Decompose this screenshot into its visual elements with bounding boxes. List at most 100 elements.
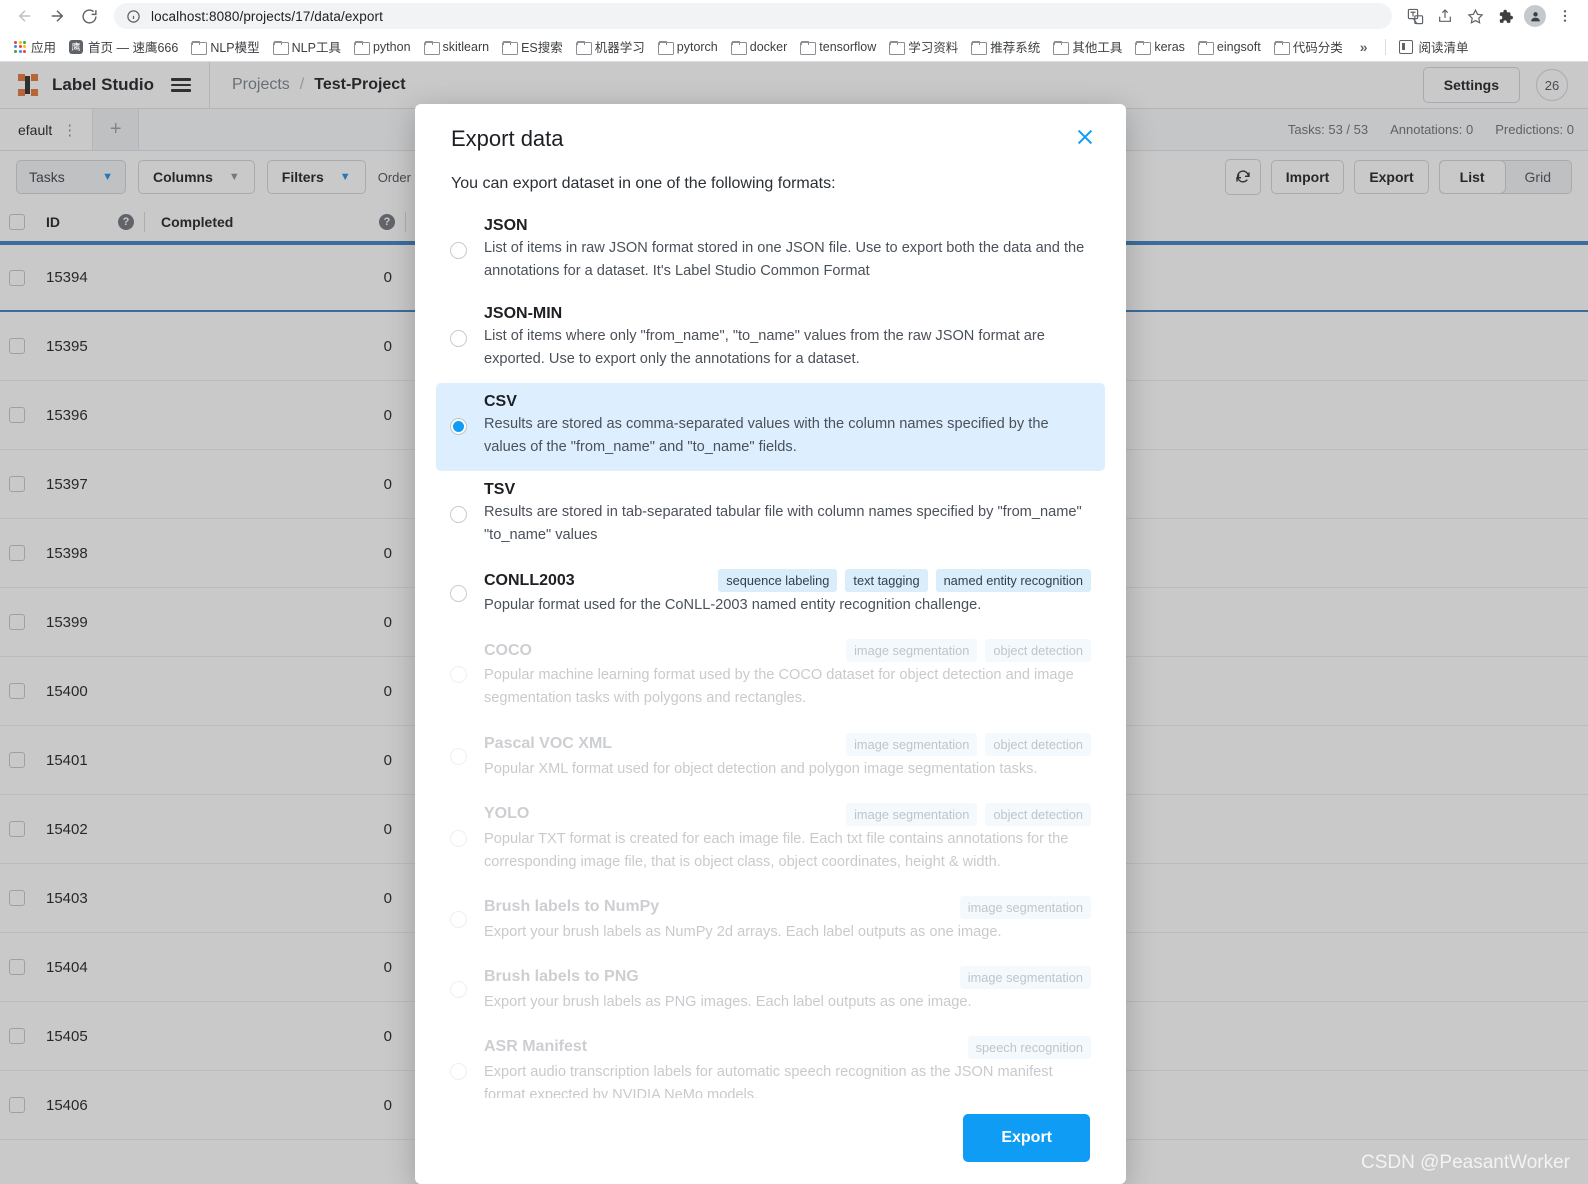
export-format-option[interactable]: JSON-MIN List of items where only "from_n… xyxy=(436,295,1105,383)
modal-subtitle: You can export dataset in one of the fol… xyxy=(451,175,836,192)
forward-icon[interactable] xyxy=(42,1,72,31)
folder-icon xyxy=(191,40,208,55)
address-bar-url: localhost:8080/projects/17/data/export xyxy=(151,8,383,24)
bookmark-folder[interactable]: 代码分类 xyxy=(1268,34,1349,59)
format-radio xyxy=(450,981,484,999)
format-details: COCO image segmentation object detection Po… xyxy=(484,639,1091,710)
format-details: CSV Results are stored as comma-separated… xyxy=(484,393,1091,459)
export-format-option[interactable]: CSV Results are stored as comma-separated… xyxy=(436,383,1105,472)
bookmark-folder[interactable]: 机器学习 xyxy=(570,34,651,59)
format-details: CONLL2003 sequence labeling text tagging na… xyxy=(484,569,1091,617)
export-format-option: Brush labels to PNG image segmentation Exp… xyxy=(436,956,1105,1026)
format-tag: speech recognition xyxy=(967,1035,1091,1059)
folder-icon xyxy=(423,40,440,55)
profile-avatar[interactable] xyxy=(1522,3,1548,29)
bookmark-folder[interactable]: docker xyxy=(725,37,794,57)
watermark: CSDN @PeasantWorker xyxy=(1361,1152,1570,1173)
bookmark-homepage[interactable]: 鹰 首页 — 速鹰666 xyxy=(63,34,184,59)
format-tag: object detection xyxy=(985,732,1091,756)
site-favicon-icon: 鹰 xyxy=(69,39,84,54)
bookmark-folder[interactable]: 推荐系统 xyxy=(965,34,1046,59)
bookmark-label: 首页 — 速鹰666 xyxy=(88,41,179,55)
bookmark-label: tensorflow xyxy=(819,39,877,54)
export-format-option: COCO image segmentation object detection Po… xyxy=(436,629,1105,722)
bookmark-label: 学习资料 xyxy=(908,41,959,55)
bookmark-label: 其他工具 xyxy=(1072,41,1123,55)
reading-list-label: 阅读清单 xyxy=(1418,41,1469,55)
share-icon[interactable] xyxy=(1432,3,1458,29)
folder-icon xyxy=(272,40,289,55)
bookmark-apps[interactable]: 应用 xyxy=(8,34,62,59)
format-tag: text tagging xyxy=(845,569,928,593)
reload-icon[interactable] xyxy=(74,1,104,31)
bookmark-label: pytorch xyxy=(676,39,718,54)
bookmark-folder[interactable]: NLP工具 xyxy=(267,34,347,59)
bookmark-folder[interactable]: skitlearn xyxy=(418,37,496,57)
bookmark-folder[interactable]: NLP模型 xyxy=(185,34,265,59)
extensions-puzzle-icon[interactable] xyxy=(1492,3,1518,29)
format-description: Results are stored in tab-separated tabu… xyxy=(484,504,1082,544)
bookmark-folder[interactable]: eingsoft xyxy=(1192,37,1267,57)
bookmark-folder[interactable]: keras xyxy=(1129,37,1191,57)
format-details: JSON-MIN List of items where only "from_n… xyxy=(484,305,1091,371)
bookmark-folder[interactable]: python xyxy=(348,37,417,57)
site-info-icon[interactable] xyxy=(126,9,141,24)
export-format-option[interactable]: TSV Results are stored in tab-separated t… xyxy=(436,471,1105,559)
reading-list-button[interactable]: 阅读清单 xyxy=(1393,34,1475,59)
bookmarks-bar: 应用 鹰 首页 — 速鹰666 NLP模型 NLP工具 python skitl… xyxy=(0,32,1588,62)
folder-icon xyxy=(657,40,674,55)
format-details: Brush labels to NumPy image segmentation E… xyxy=(484,895,1091,944)
close-icon[interactable] xyxy=(1074,126,1096,153)
format-title-row: COCO image segmentation object detection xyxy=(484,639,1091,663)
bookmarks-overflow-icon[interactable]: » xyxy=(1350,39,1378,55)
export-confirm-button[interactable]: Export xyxy=(963,1114,1090,1162)
back-icon[interactable] xyxy=(10,1,40,31)
format-radio[interactable] xyxy=(450,505,484,523)
format-details: Brush labels to PNG image segmentation Exp… xyxy=(484,965,1091,1014)
browser-chrome: localhost:8080/projects/17/data/export 应… xyxy=(0,0,1588,62)
format-title-row: JSON xyxy=(484,217,1091,235)
folder-icon xyxy=(575,40,592,55)
format-radio[interactable] xyxy=(450,329,484,347)
format-name: CSV xyxy=(484,393,517,411)
bookmark-label: NLP工具 xyxy=(291,41,341,55)
folder-icon xyxy=(889,40,906,55)
format-tag: image segmentation xyxy=(846,732,978,756)
format-tag: object detection xyxy=(985,639,1091,663)
bookmark-folder[interactable]: 其他工具 xyxy=(1047,34,1128,59)
browser-action-icons xyxy=(1402,3,1578,29)
browser-menu-icon[interactable] xyxy=(1552,3,1578,29)
export-data-modal: Export data You can export dataset in on… xyxy=(415,104,1126,1184)
translate-icon[interactable] xyxy=(1402,3,1428,29)
folder-icon xyxy=(502,40,519,55)
browser-nav-row: localhost:8080/projects/17/data/export xyxy=(0,0,1588,32)
format-tag: sequence labeling xyxy=(718,569,838,593)
bookmark-folder[interactable]: 学习资料 xyxy=(883,34,964,59)
format-radio[interactable] xyxy=(450,241,484,259)
format-radio[interactable] xyxy=(450,417,484,435)
apps-grid-icon xyxy=(14,40,26,53)
format-tag: named entity recognition xyxy=(935,569,1091,593)
format-tags: sequence labeling text tagging named entit… xyxy=(718,569,1091,593)
bookmark-folder[interactable]: pytorch xyxy=(652,37,724,57)
format-radio xyxy=(450,666,484,684)
address-bar[interactable]: localhost:8080/projects/17/data/export xyxy=(114,3,1392,29)
folder-icon xyxy=(1273,40,1290,55)
bookmark-folder[interactable]: ES搜索 xyxy=(496,34,569,59)
format-tags: image segmentation object detection xyxy=(846,732,1091,756)
format-description: Results are stored as comma-separated va… xyxy=(484,416,1049,456)
format-title-row: Brush labels to PNG image segmentation xyxy=(484,965,1091,989)
bookmark-folder[interactable]: tensorflow xyxy=(794,37,882,57)
bookmark-label: 应用 xyxy=(31,41,57,55)
bookmark-label: skitlearn xyxy=(442,39,490,54)
export-format-option[interactable]: JSON List of items in raw JSON format sto… xyxy=(436,207,1105,295)
bookmark-star-icon[interactable] xyxy=(1462,3,1488,29)
format-details: ASR Manifest speech recognition Export aud… xyxy=(484,1035,1091,1098)
format-description: Popular TXT format is created for each i… xyxy=(484,830,1069,870)
bookmark-label: 机器学习 xyxy=(594,41,645,55)
format-title-row: Brush labels to NumPy image segmentation xyxy=(484,895,1091,919)
export-format-option[interactable]: CONLL2003 sequence labeling text tagging na… xyxy=(436,559,1105,629)
format-radio[interactable] xyxy=(450,584,484,602)
bookmark-label: ES搜索 xyxy=(521,41,563,55)
format-title-row: Pascal VOC XML image segmentation object d… xyxy=(484,732,1091,756)
